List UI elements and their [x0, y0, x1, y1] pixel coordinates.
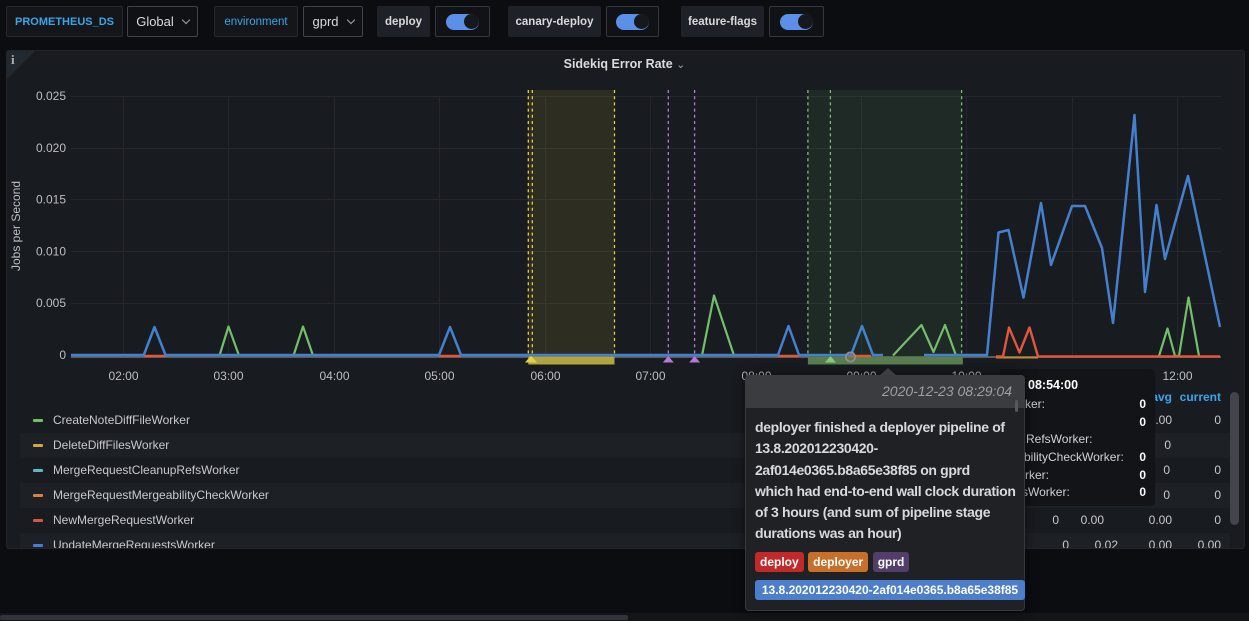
svg-text:0.010: 0.010: [36, 245, 66, 259]
svg-text:0.005: 0.005: [36, 296, 66, 310]
svg-text:07:00: 07:00: [635, 369, 665, 383]
svg-text:0.015: 0.015: [36, 193, 66, 207]
svg-text:02:00: 02:00: [108, 369, 138, 383]
svg-text:0.025: 0.025: [36, 89, 66, 103]
svg-text:Jobs per Second: Jobs per Second: [9, 181, 23, 271]
svg-text:04:00: 04:00: [319, 369, 349, 383]
svg-text:0.020: 0.020: [36, 141, 66, 155]
svg-text:06:00: 06:00: [530, 369, 560, 383]
svg-text:0: 0: [59, 348, 66, 362]
svg-text:12:00: 12:00: [1162, 369, 1192, 383]
svg-text:03:00: 03:00: [213, 369, 243, 383]
svg-text:05:00: 05:00: [424, 369, 454, 383]
